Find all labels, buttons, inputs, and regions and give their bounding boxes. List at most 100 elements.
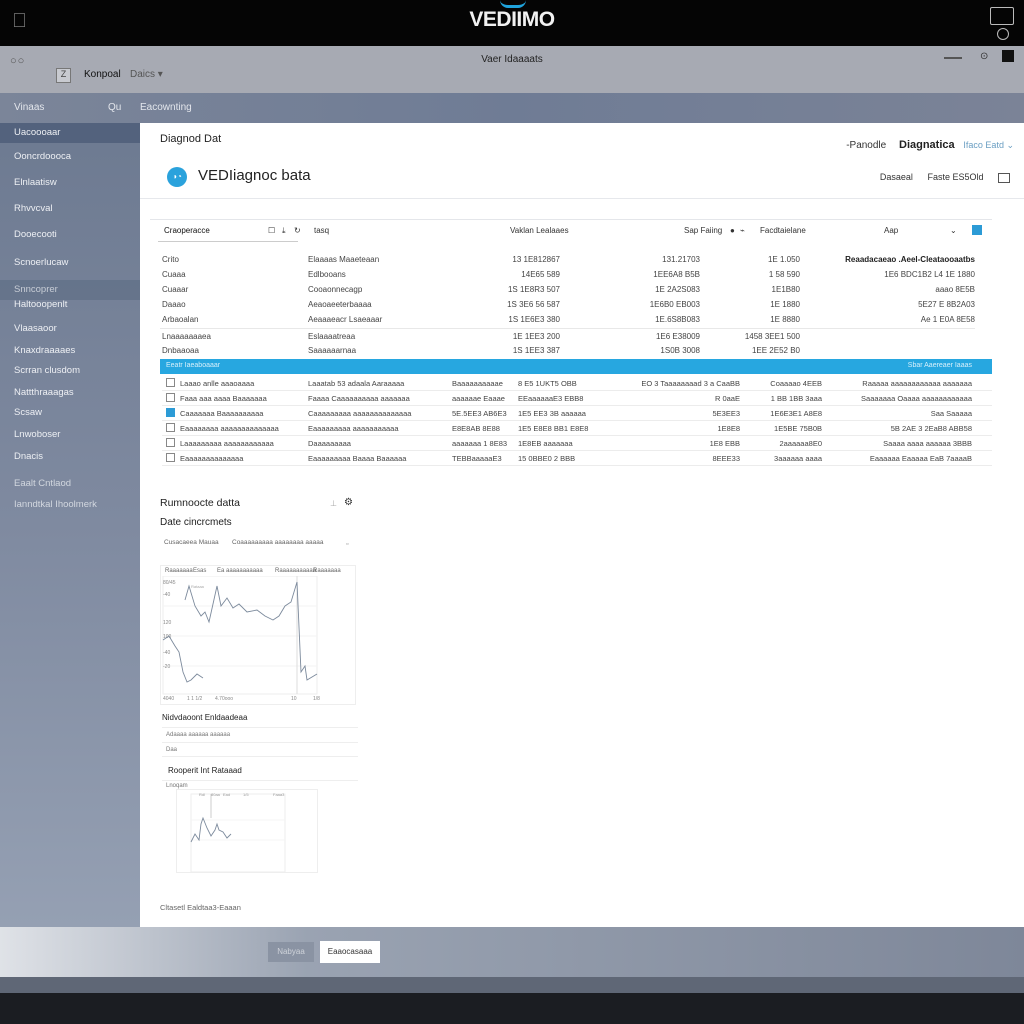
header-link-diagnostics[interactable]: Diagnatica xyxy=(899,139,955,151)
table-row[interactable]: Crito Elaaaas Maaeteaan 13 1E812867 131.217… xyxy=(160,252,975,267)
sorting-label[interactable]: Sap Faiing xyxy=(684,226,722,235)
sidebar-item[interactable]: Haltooopenlt xyxy=(0,295,140,315)
table-cell: Eaaaaaaaaa Baaaa Baaaaaa xyxy=(308,454,407,463)
brand-logo: VEDIIMO xyxy=(469,8,555,31)
table-row[interactable]: Lnaaaaaaaea Eslaaaatreaa 1E 1EE3 200 1E6 E3… xyxy=(160,328,975,343)
table-row[interactable]: Dnbaaoaa Saaaaaarnaa 1S 1EE3 387 1S0B 3008 1… xyxy=(160,343,975,358)
column-header-values[interactable]: Vaklan Lealaaes xyxy=(510,226,569,235)
grid-view-icon[interactable] xyxy=(972,225,982,235)
breadcrumb[interactable]: Diagnod Dat xyxy=(160,133,221,145)
chart-tab[interactable]: Raaaaaaa xyxy=(165,568,193,574)
window-layout-icon[interactable] xyxy=(990,7,1014,25)
checkbox[interactable] xyxy=(166,393,175,402)
chart-tab[interactable]: Raaaaaaa xyxy=(313,568,341,574)
table-row[interactable]: Eaaaaaaaa aaaaaaaaaaaaaa Eaaaaaaaaa aaaaa… xyxy=(162,421,992,436)
table-cell: 1E 1EE3 200 xyxy=(512,332,560,341)
device-dropdown[interactable]: Daics ▾ xyxy=(130,69,163,80)
table-row[interactable]: Eaaaaaaaaaaaaaa Eaaaaaaaaa Baaaa Baaaaaa T… xyxy=(162,451,992,466)
table-cell: 1 58 590 xyxy=(768,270,800,279)
table-row[interactable]: Faaa aaa aaaa Baaaaaaa Faaaa Caaaaaaaaaa … xyxy=(162,391,992,406)
header-link-edit-label: Ifaco Eatd xyxy=(963,140,1004,150)
section-2-row[interactable]: Adaaaa aaaaaa aaaaaa xyxy=(162,727,358,742)
table-row[interactable]: Laaao anlle aaaoaaaa Laaatab 53 adaala Aa… xyxy=(162,376,992,391)
chevron-icon[interactable]: ⌄ xyxy=(950,226,957,235)
sidebar-item[interactable]: Dnacis xyxy=(0,447,140,467)
checkbox[interactable] xyxy=(166,453,175,462)
sidebar-item[interactable]: Vlaasaoor xyxy=(0,319,140,339)
y-tick-label: 120 xyxy=(163,620,172,626)
x-tick-label: 10 xyxy=(291,696,297,702)
table-cell: 1EE 2E52 B0 xyxy=(751,346,800,355)
settings-icon[interactable]: ⚙ xyxy=(344,497,353,508)
refresh-icon[interactable]: ↻ xyxy=(294,226,301,235)
chart-tab[interactable]: Ea aaaaaaaaaaa xyxy=(217,568,263,574)
table-cell: 1S 1EE3 387 xyxy=(512,346,560,355)
download-icon[interactable]: ⤓ xyxy=(282,226,286,236)
sidebar-item[interactable]: Knaxdraaaaes xyxy=(0,341,140,361)
sidebar-item[interactable]: Elnlaatisw xyxy=(0,173,140,193)
x-tick-label: Ead xyxy=(223,792,230,797)
cancel-button[interactable]: Nabyaa xyxy=(268,942,314,962)
settings-icon[interactable]: ⊙ xyxy=(980,51,988,62)
table-cell: 1E1B80 xyxy=(771,285,800,294)
x-tick-label: 80aa xyxy=(211,792,221,797)
link-icon[interactable]: ⌁ xyxy=(740,226,745,235)
sidebar-item[interactable]: Ooncrdoooca xyxy=(0,147,140,167)
sidebar-item[interactable]: Uacoooaar xyxy=(0,123,140,143)
x-tick-label: 1/5 xyxy=(243,792,249,797)
sidebar-item[interactable]: Rhvvcval xyxy=(0,199,140,219)
section-bar[interactable]: Eeatr Iaeaboaaar Sbar Aaereaer Iaaas xyxy=(160,359,992,374)
chart-tab[interactable]: Raaaaaaaaaaa xyxy=(275,568,316,574)
nav-search-icon[interactable]: Qu xyxy=(108,102,121,113)
filter-1[interactable]: Cusacaeea Mauaa xyxy=(164,539,219,546)
checkbox-checked[interactable] xyxy=(166,408,175,417)
minimize-button[interactable] xyxy=(944,57,962,59)
checkbox[interactable] xyxy=(166,438,175,447)
table-cell: 5E.5EE3 AB6E3 xyxy=(452,409,507,418)
section-2-row[interactable]: Daa xyxy=(162,742,358,757)
table-cell: 1E8 EBB xyxy=(709,439,740,448)
dialog-footer xyxy=(0,927,1024,977)
table-cell: Cuaaar xyxy=(162,285,189,294)
header-link-edit[interactable]: Ifaco Eatd ⌄ xyxy=(963,140,1014,150)
nav-item-views[interactable]: Vinaas xyxy=(14,102,44,113)
table-row[interactable]: Daaao Aeaoaeeterbaaaa 1S 3E6 56 587 1E6B0 E… xyxy=(160,297,975,312)
table-cell: 131.21703 xyxy=(662,255,700,264)
power-icon[interactable] xyxy=(997,28,1009,40)
sidebar-item[interactable]: Scsaw xyxy=(0,403,140,423)
checkbox[interactable] xyxy=(166,423,175,432)
bookmark-icon[interactable] xyxy=(1002,50,1014,62)
sidebar-item[interactable]: Scrran clusdom xyxy=(0,361,140,381)
table-row[interactable]: Caaaaaaa Baaaaaaaaaa Caaaaaaaaa aaaaaaaaa… xyxy=(162,406,992,421)
series-line xyxy=(190,816,232,843)
filter-2[interactable]: Coaaaaaaaaa aaaaaaaa aaaaa xyxy=(232,539,323,546)
diagnostic-chart: Raaaaaaa Esas Ea aaaaaaaaaaa Raaaaaaaaaaa Ra… xyxy=(160,565,356,705)
export-icon[interactable] xyxy=(998,172,1010,183)
action-default[interactable]: Dasaeal xyxy=(880,172,913,182)
table-cell: Faaaa Caaaaaaaaaa aaaaaaa xyxy=(308,394,410,403)
info-icon[interactable]: ⊥ xyxy=(330,499,337,508)
table-cell: Crito xyxy=(162,255,179,264)
header-link-panel[interactable]: -Panodle xyxy=(846,140,886,151)
checkbox[interactable] xyxy=(166,378,175,387)
chart-tab[interactable]: Esas xyxy=(193,568,206,574)
sidebar-item[interactable]: Lnwoboser xyxy=(0,425,140,445)
table-row[interactable]: Cuaaa Edlbooans 14E65 589 1EE6A8 B5B 1 58 59… xyxy=(160,267,975,282)
table-row[interactable]: Arbaoalan Aeaaaeacr Lsaeaaar 1S 1E6E3 380 1… xyxy=(160,312,975,327)
location-icon[interactable]: ● xyxy=(730,226,735,235)
toolbar-label: tasq xyxy=(314,226,330,235)
save-icon[interactable]: ▫ xyxy=(346,541,348,548)
nav-item-accounting[interactable]: Eacownting xyxy=(140,102,192,113)
table-row[interactable]: Cuaaar Cooaonnecagp 1S 1E8R3 507 1E 2A2S083… xyxy=(160,282,975,297)
sidebar-item[interactable]: Dooecooti xyxy=(0,225,140,245)
table-row[interactable]: Laaaaaaaaa aaaaaaaaaaaa Daaaaaaaaa aaaaaaa… xyxy=(162,436,992,451)
app-name: Konpoal xyxy=(84,69,121,80)
sidebar-item[interactable]: Eaalt Cntlaod xyxy=(0,474,140,494)
sidebar-item[interactable]: Scnoerlucaw xyxy=(0,253,140,273)
filter-checkbox-icon[interactable]: ☐ xyxy=(268,226,275,235)
action-fast[interactable]: Faste ES5Old xyxy=(927,172,983,182)
confirm-button[interactable]: Eaaocasaaa xyxy=(320,941,380,963)
sidebar-item[interactable]: Ianndtkal Ihoolmerk xyxy=(0,495,140,515)
sidebar-item[interactable]: Nattthraaagas xyxy=(0,383,140,403)
facility-label[interactable]: Facdtaielane xyxy=(760,226,806,235)
